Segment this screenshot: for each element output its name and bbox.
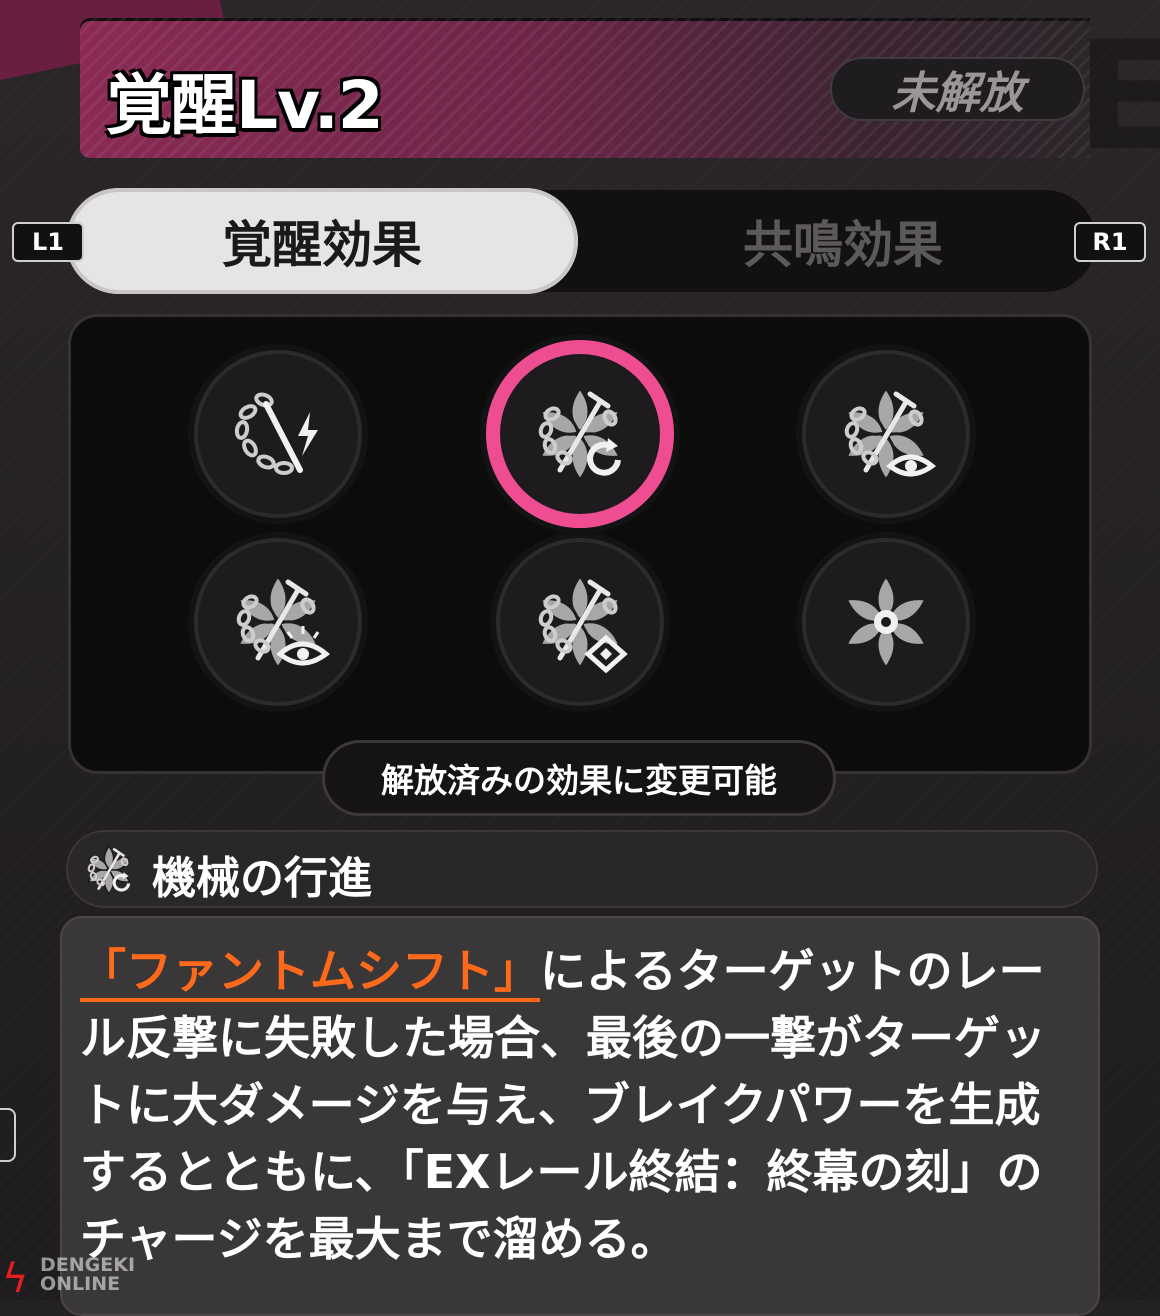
watermark-text: DENGEKI ONLINE (40, 1254, 136, 1295)
change-effect-hint-text: 解放済みの効果に変更可能 (381, 761, 777, 800)
dengeki-online-watermark: ϟ DENGEKI ONLINE (0, 1252, 135, 1303)
tab-awakening-effect[interactable]: 覚醒効果 (66, 188, 578, 294)
chain-sword-diamond-icon (534, 574, 628, 674)
flower-icon (840, 574, 932, 670)
phantom-shift-keyword-link[interactable]: 「ファントムシフト」 (80, 944, 540, 1002)
tab-resonance-effect-label: 共鳴効果 (743, 216, 943, 274)
tab-awakening-effect-label: 覚醒効果 (222, 216, 422, 274)
chain-sword-eye-icon (840, 386, 937, 482)
change-effect-hint: 解放済みの効果に変更可能 (322, 740, 836, 816)
effect-slot-5[interactable] (500, 542, 660, 702)
tab-resonance-effect[interactable]: 共鳴効果 (590, 188, 1096, 294)
lightning-logo-icon: ϟ (2, 1256, 29, 1302)
l1-key-label: L1 (32, 228, 64, 256)
effect-description: 「ファントムシフト」によるターゲットのレール反撃に失敗した場合、最後の一撃がター… (80, 938, 1080, 1273)
l1-key-button[interactable]: L1 (12, 222, 84, 262)
r1-key-label: R1 (1092, 228, 1128, 256)
chain-sword-lightning-icon (234, 392, 318, 475)
chain-sword-eye-sun-icon (232, 574, 331, 670)
unlock-status-badge: 未解放 (830, 57, 1085, 121)
chain-sword-rotate-icon (534, 386, 626, 482)
effect-slot-1[interactable] (198, 354, 358, 514)
effect-slot-2[interactable] (500, 354, 660, 514)
effect-slot-4[interactable] (198, 542, 358, 702)
effect-slot-6[interactable] (806, 542, 966, 702)
effect-name-bar: 機械の行進 (66, 830, 1098, 908)
side-menu-icon[interactable] (0, 1108, 16, 1162)
effect-slot-3[interactable] (806, 354, 966, 514)
chain-sword-rotate-icon (85, 845, 133, 895)
awakening-level-title: 覚醒Lv.2 (106, 67, 384, 144)
r1-key-button[interactable]: R1 (1074, 222, 1146, 262)
effect-name: 機械の行進 (152, 853, 372, 904)
unlock-status-label: 未解放 (891, 68, 1024, 119)
